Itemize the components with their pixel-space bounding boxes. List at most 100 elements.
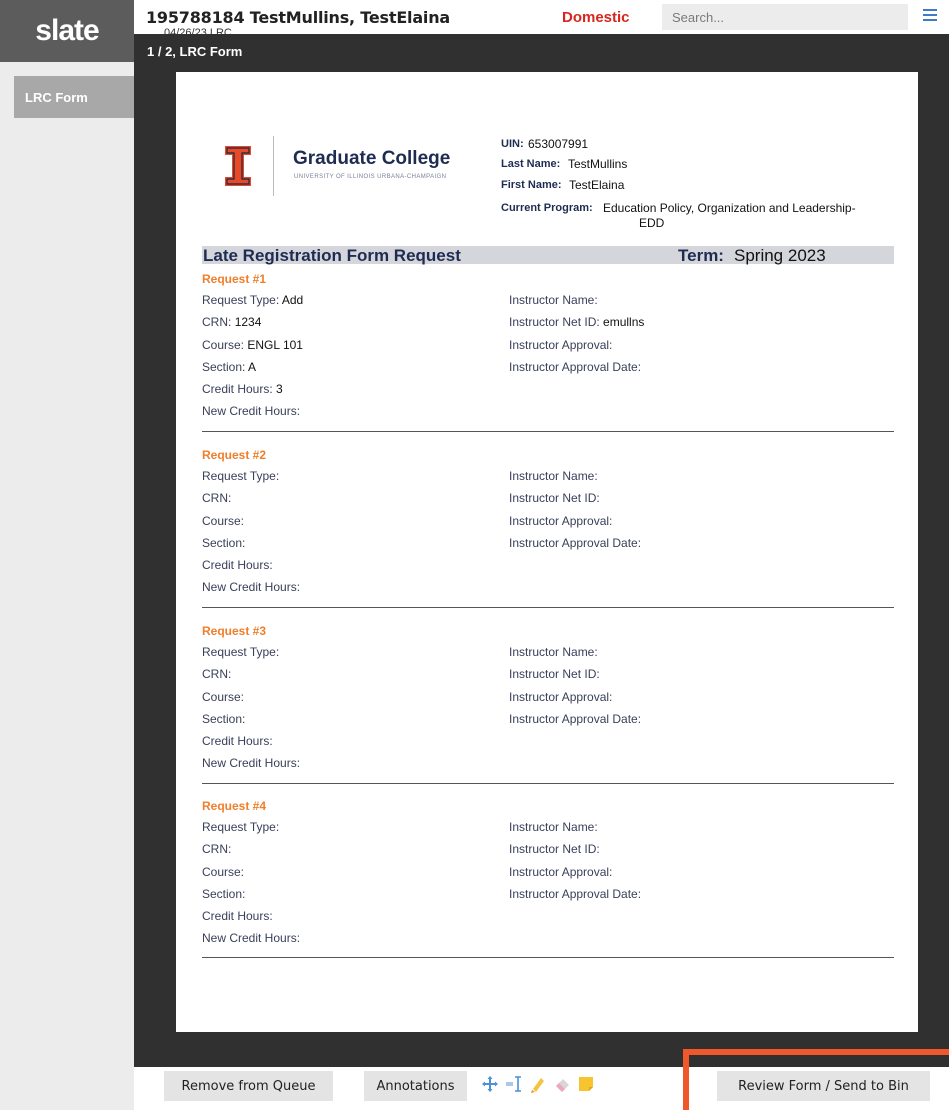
credit-hours-field: Credit Hours: <box>202 734 273 748</box>
annotations-button[interactable]: Annotations <box>364 1071 467 1101</box>
instructor-net-id-field: Instructor Net ID: <box>509 491 600 505</box>
instructor-approval-field: Instructor Approval: <box>509 865 612 879</box>
last-name-label: Last Name: <box>501 158 561 170</box>
instructor-net-id-field: Instructor Net ID: emullns <box>509 315 644 329</box>
course-field: Course: <box>202 514 244 528</box>
sidebar-item-lrc-form[interactable]: LRC Form <box>14 76 134 118</box>
sidebar-panel <box>14 118 134 1073</box>
field-label: New Credit Hours: <box>202 756 301 770</box>
field-label: Instructor Approval: <box>509 338 613 352</box>
field-label: Course: <box>202 865 245 879</box>
instructor-net-id-field: Instructor Net ID: <box>509 667 600 681</box>
field-label: Instructor Name: <box>509 820 598 834</box>
field-label: Instructor Name: <box>509 469 598 483</box>
field-label: Course: <box>202 690 245 704</box>
field-label: New Credit Hours: <box>202 580 301 594</box>
field-value: 3 <box>276 382 283 396</box>
menu-icon[interactable] <box>923 9 937 23</box>
illinois-block-i-icon <box>225 146 251 186</box>
request-title: Request #3 <box>202 624 267 638</box>
uin-label: UIN: <box>501 138 524 150</box>
sticky-note-icon[interactable] <box>578 1075 594 1093</box>
app-root: slate LRC Form 04/26/23 LRC 195788184 Te… <box>0 0 949 1110</box>
course-field: Course: <box>202 865 244 879</box>
field-label: CRN: <box>202 842 232 856</box>
instructor-net-id-field: Instructor Net ID: <box>509 842 600 856</box>
new-credit-hours-field: New Credit Hours: <box>202 404 300 418</box>
new-credit-hours-field: New Credit Hours: <box>202 931 300 945</box>
slate-logo[interactable]: slate <box>0 0 134 62</box>
section-divider <box>202 607 894 608</box>
section-divider <box>202 431 894 432</box>
request-type-field: Request Type: <box>202 645 279 659</box>
field-label: Instructor Net ID: <box>509 667 600 681</box>
field-label: Instructor Net ID: <box>509 491 600 505</box>
instructor-approval-date-field: Instructor Approval Date: <box>509 536 641 550</box>
logo-text: slate <box>35 14 99 47</box>
status-badge: Domestic <box>562 9 630 26</box>
field-label: Section: <box>202 536 246 550</box>
new-credit-hours-field: New Credit Hours: <box>202 580 300 594</box>
field-value: ENGL 101 <box>247 338 303 352</box>
instructor-approval-date-field: Instructor Approval Date: <box>509 360 641 374</box>
field-label: New Credit Hours: <box>202 931 301 945</box>
program-value-cont: EDD <box>639 216 665 230</box>
review-form-send-to-bin-button[interactable]: Review Form / Send to Bin <box>717 1071 930 1101</box>
page-indicator: 1 / 2, LRC Form <box>147 44 243 59</box>
field-label: Section: <box>202 712 246 726</box>
annotation-overlay-line <box>683 1049 949 1055</box>
request-title: Request #1 <box>202 272 267 286</box>
move-icon[interactable] <box>482 1075 498 1093</box>
course-field: Course: <box>202 690 244 704</box>
text-cursor-icon[interactable] <box>506 1075 522 1093</box>
instructor-name-field: Instructor Name: <box>509 293 598 307</box>
form-title: Late Registration Form Request <box>203 246 461 265</box>
section-divider <box>202 783 894 784</box>
credit-hours-field: Credit Hours: <box>202 558 273 572</box>
program-label: Current Program: <box>501 202 593 214</box>
term-value: Spring 2023 <box>734 246 826 265</box>
field-label: Instructor Name: <box>509 293 598 307</box>
field-label: Credit Hours: <box>202 734 273 748</box>
top-header: 04/26/23 LRC 195788184 TestMullins, Test… <box>134 0 949 39</box>
field-label: CRN: <box>202 491 232 505</box>
field-label: Request Type: <box>202 645 280 659</box>
section-field: Section: A <box>202 360 256 374</box>
last-name-value: TestMullins <box>568 157 628 171</box>
record-title: 195788184 TestMullins, TestElaina <box>146 8 451 27</box>
field-label: Instructor Approval: <box>509 690 613 704</box>
field-value: 1234 <box>234 315 262 329</box>
new-credit-hours-field: New Credit Hours: <box>202 756 300 770</box>
document-page: Graduate College UNIVERSITY OF ILLINOIS … <box>176 72 918 1032</box>
document-viewer: 1 / 2, LRC Form Graduate College UNIVERS… <box>134 34 949 1067</box>
highlighter-icon[interactable] <box>530 1075 546 1093</box>
first-name-label: First Name: <box>501 179 562 191</box>
section-divider <box>202 957 894 958</box>
remove-from-queue-button[interactable]: Remove from Queue <box>164 1071 333 1101</box>
bottom-toolbar: Remove from Queue Annotations Review For… <box>134 1067 949 1110</box>
field-value: A <box>248 360 257 374</box>
credit-hours-field: Credit Hours: <box>202 909 273 923</box>
instructor-name-field: Instructor Name: <box>509 645 598 659</box>
field-label: Request Type: <box>202 293 280 307</box>
field-label: Course: <box>202 338 245 352</box>
instructor-name-field: Instructor Name: <box>509 469 598 483</box>
eraser-icon[interactable] <box>554 1075 570 1093</box>
course-field: Course: ENGL 101 <box>202 338 303 352</box>
instructor-approval-field: Instructor Approval: <box>509 338 612 352</box>
uin-value: 653007991 <box>528 137 589 151</box>
logo-divider <box>273 136 274 196</box>
search-input[interactable] <box>662 4 908 30</box>
field-label: Section: <box>202 887 246 901</box>
field-label: Instructor Approval Date: <box>509 712 642 726</box>
field-label: Instructor Approval: <box>509 865 613 879</box>
field-label: Section: <box>202 360 246 374</box>
field-label: CRN: <box>202 315 232 329</box>
instructor-approval-field: Instructor Approval: <box>509 514 612 528</box>
credit-hours-field: Credit Hours: 3 <box>202 382 283 396</box>
field-label: Credit Hours: <box>202 909 273 923</box>
field-label: Instructor Approval: <box>509 514 613 528</box>
field-label: New Credit Hours: <box>202 404 301 418</box>
field-label: Course: <box>202 514 245 528</box>
field-label: Credit Hours: <box>202 382 273 396</box>
